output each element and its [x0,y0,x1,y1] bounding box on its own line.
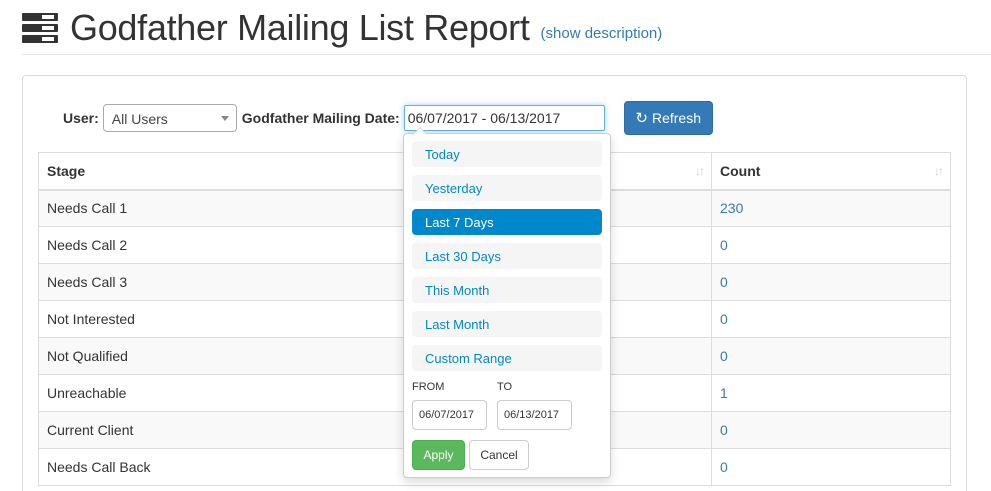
refresh-label: Refresh [651,110,701,126]
column-header-label: Stage [47,162,86,179]
count-link[interactable]: 0 [711,337,951,375]
apply-button[interactable]: Apply [412,440,465,470]
user-select-value: All Users [111,111,168,127]
to-label: TO [497,381,513,393]
range-today[interactable]: Today [412,141,602,167]
date-range-input[interactable]: 06/07/2017 - 06/13/2017 [403,105,605,131]
from-label: FROM [412,381,445,393]
user-select[interactable]: All Users [102,104,237,132]
cancel-button[interactable]: Cancel [469,440,529,470]
from-date-input[interactable]: 06/07/2017 [412,400,487,430]
refresh-button[interactable]: ↻ Refresh [623,101,713,135]
page-title: Godfather Mailing List Report [70,7,530,48]
date-label: Godfather Mailing Date: [241,110,400,126]
to-date-input[interactable]: 06/13/2017 [497,400,572,430]
sort-icon: ↓↑ [695,164,705,178]
filter-bar: User: All Users Godfather Mailing Date: … [63,101,713,135]
chevron-down-icon [220,116,229,121]
page-header: Godfather Mailing List Report (show desc… [22,6,662,50]
count-link[interactable]: 0 [711,411,951,449]
range-last-month[interactable]: Last Month [412,311,602,337]
count-link[interactable]: 0 [711,448,951,486]
show-description-link[interactable]: (show description) [541,25,663,42]
range-this-month[interactable]: This Month [412,277,602,303]
range-last-30-days[interactable]: Last 30 Days [412,243,602,269]
header-divider [22,54,991,55]
refresh-icon: ↻ [635,109,648,127]
date-range-picker: Today Yesterday Last 7 Days Last 30 Days… [403,127,611,478]
list-report-icon [22,13,58,43]
range-last-7-days[interactable]: Last 7 Days [412,209,602,235]
user-label: User: [63,110,99,126]
count-link[interactable]: 0 [711,226,951,264]
count-link[interactable]: 0 [711,300,951,338]
count-link[interactable]: 1 [711,374,951,412]
column-header-label: Count [720,162,761,179]
column-header-count[interactable]: Count ↓↑ [711,152,951,191]
count-link[interactable]: 230 [711,189,951,227]
range-yesterday[interactable]: Yesterday [412,175,602,201]
range-custom[interactable]: Custom Range [412,345,602,371]
sort-icon: ↓↑ [934,164,944,178]
count-link[interactable]: 0 [711,263,951,301]
